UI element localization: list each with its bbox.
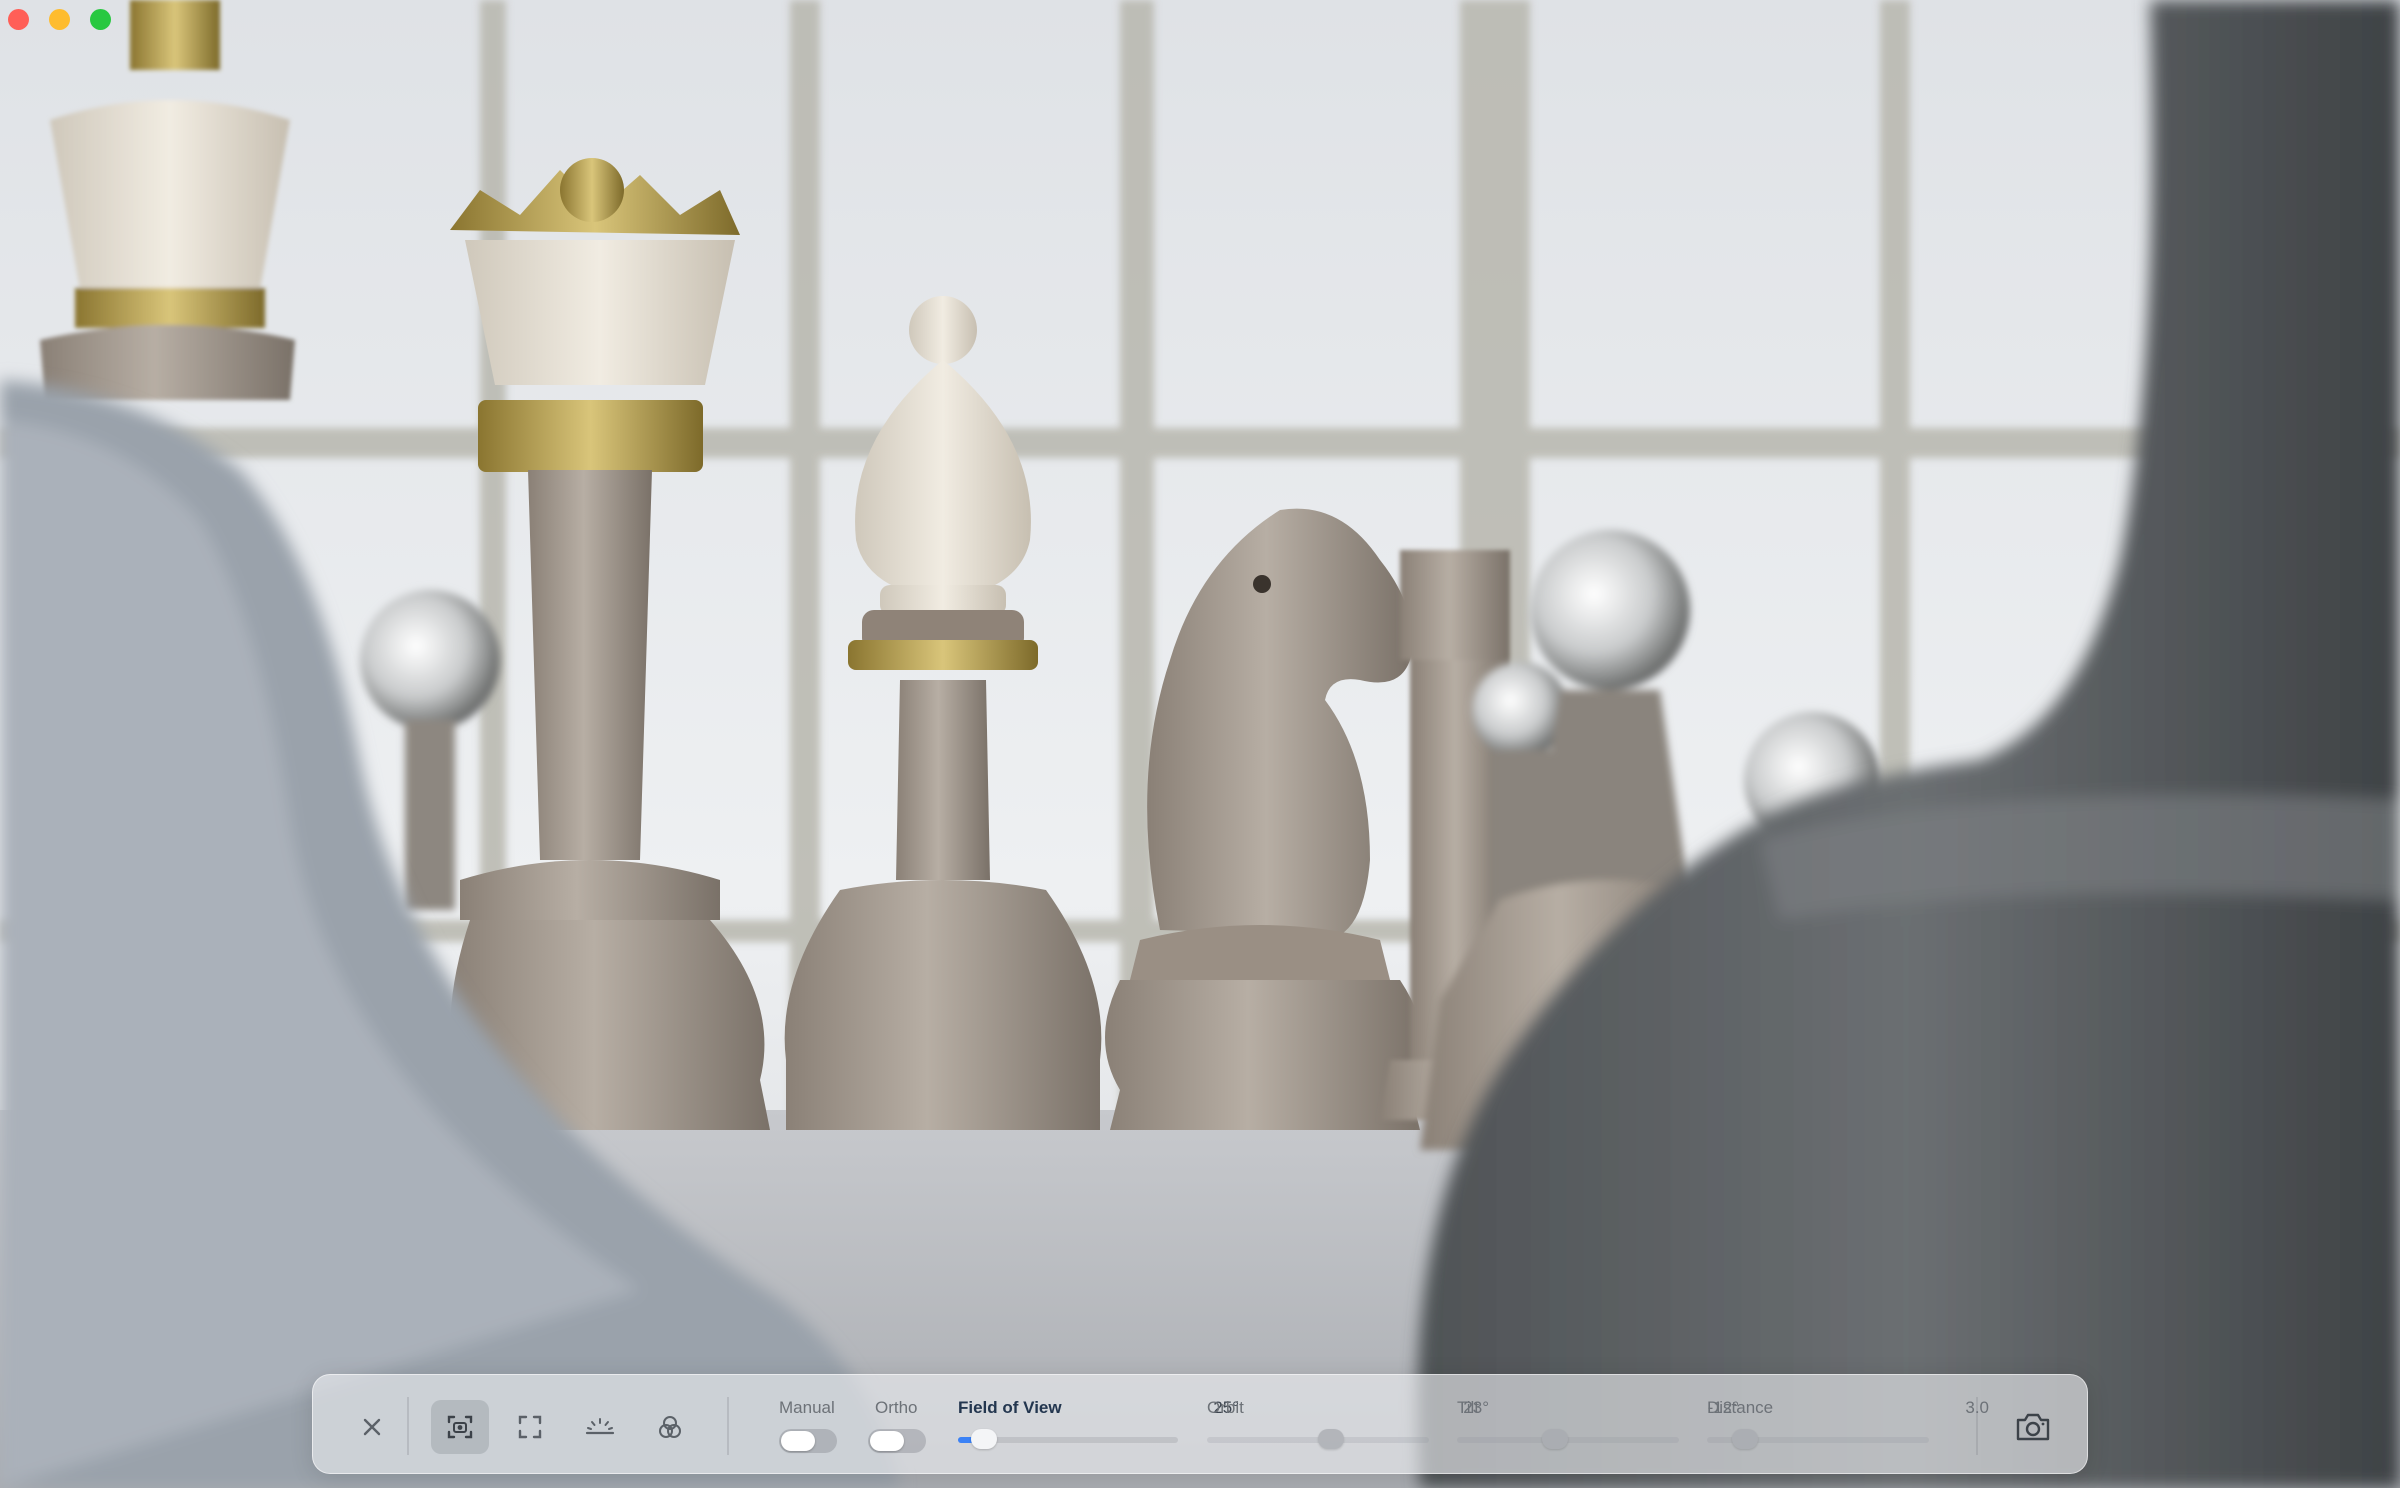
- distance-label: Distance: [1707, 1398, 1774, 1417]
- distance-thumb[interactable]: [1731, 1429, 1758, 1449]
- tilt-slider[interactable]: [1457, 1429, 1679, 1449]
- field-of-view-thumb[interactable]: [971, 1429, 998, 1449]
- window-close-button[interactable]: [8, 9, 29, 30]
- orbit-thumb[interactable]: [1318, 1429, 1345, 1449]
- toolbar-divider: [1976, 1397, 1978, 1455]
- camera-view-icon: [447, 1415, 473, 1439]
- distance-value: 3.0: [1965, 1398, 1989, 1417]
- fullscreen-button[interactable]: [501, 1400, 559, 1454]
- window-maximize-button[interactable]: [90, 9, 111, 30]
- camera-toolbar: Manual Ortho Field of View 25° Orbit 23°…: [312, 1374, 2088, 1474]
- toolbar-divider: [407, 1397, 409, 1455]
- horizon-button[interactable]: [571, 1400, 629, 1454]
- tilt-thumb[interactable]: [1541, 1429, 1568, 1449]
- snapshot-camera-icon: [2016, 1413, 2050, 1441]
- toolbar-divider: [727, 1397, 729, 1455]
- orbit-slider[interactable]: [1207, 1429, 1429, 1449]
- field-of-view-slider[interactable]: [958, 1429, 1178, 1449]
- ortho-label: Ortho: [875, 1398, 918, 1417]
- close-toolbar-button[interactable]: [343, 1400, 401, 1454]
- lighting-icon: [659, 1416, 681, 1438]
- fullscreen-icon: [518, 1415, 542, 1439]
- distance-slider[interactable]: [1707, 1429, 1929, 1449]
- lighting-button[interactable]: [641, 1400, 699, 1454]
- manual-label: Manual: [779, 1398, 835, 1417]
- field-of-view-label: Field of View: [958, 1398, 1062, 1417]
- camera-view-button[interactable]: [431, 1400, 489, 1454]
- window-controls: [8, 9, 111, 30]
- ortho-toggle[interactable]: [868, 1429, 926, 1453]
- orbit-label: Orbit: [1207, 1398, 1244, 1417]
- snapshot-button[interactable]: [2004, 1400, 2062, 1454]
- window-minimize-button[interactable]: [49, 9, 70, 30]
- render-viewport[interactable]: [0, 0, 2400, 1488]
- tilt-label: Tilt: [1457, 1398, 1480, 1417]
- manual-toggle[interactable]: [779, 1429, 837, 1453]
- close-icon: [363, 1418, 381, 1436]
- horizon-icon: [585, 1418, 615, 1435]
